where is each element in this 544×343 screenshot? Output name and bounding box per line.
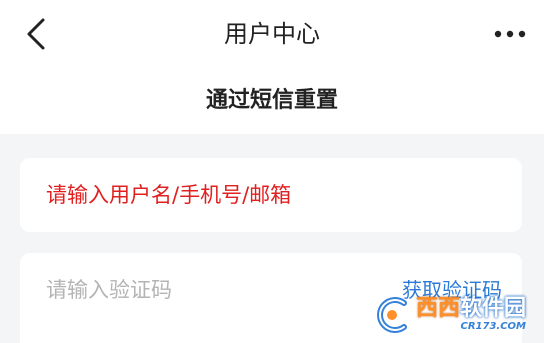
- reset-method-title: 通过短信重置: [205, 88, 338, 113]
- verification-code-placeholder: 请输入验证码: [46, 278, 172, 302]
- more-horizontal-icon: [494, 30, 526, 38]
- watermark-logo-icon: [377, 297, 407, 333]
- account-field-text: 请输入用户名/手机号/邮箱: [46, 183, 292, 207]
- page-title: 用户中心: [224, 20, 320, 48]
- watermark: 西西软件园 CR173.COM: [370, 293, 526, 337]
- account-field[interactable]: 请输入用户名/手机号/邮箱: [20, 158, 522, 232]
- watermark-text: 西西软件园 CR173.COM: [416, 297, 526, 333]
- header-panel: 用户中心 通过短信重置: [0, 0, 544, 134]
- more-button[interactable]: [490, 20, 530, 48]
- watermark-brand: 西西软件园: [415, 296, 526, 321]
- watermark-site: CR173.COM: [460, 321, 526, 332]
